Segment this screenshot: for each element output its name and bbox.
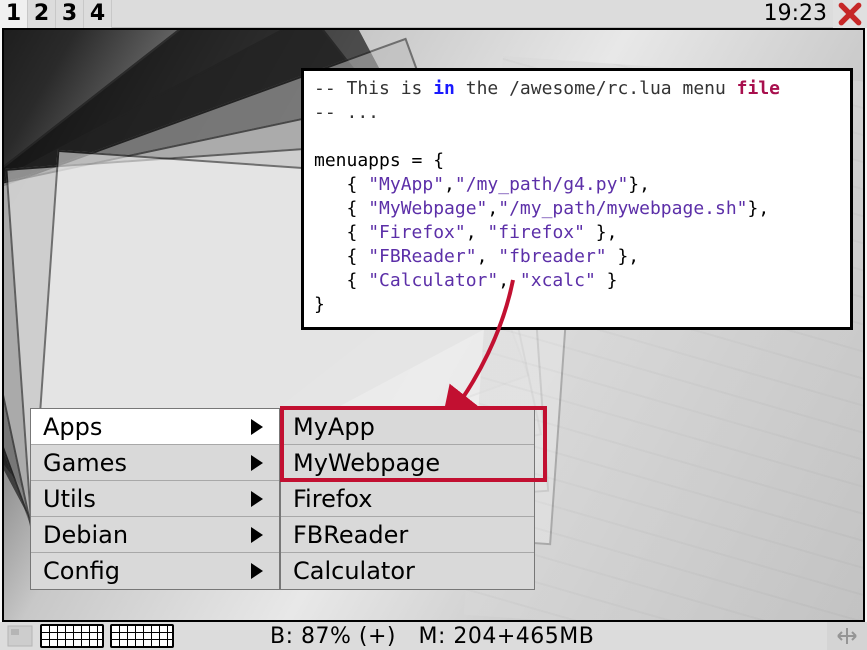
tag-2[interactable]: 2	[28, 0, 56, 28]
statusbar: B: 87% (+) M: 204+465MB	[0, 622, 867, 650]
move-window-icon[interactable]	[827, 622, 867, 650]
menu-item-label: Games	[43, 449, 251, 477]
submenu-item-calculator[interactable]: Calculator	[281, 553, 534, 589]
battery-status: B: 87% (+)	[270, 624, 396, 649]
menu-item-label: Apps	[43, 413, 251, 441]
main-menu: Apps Games Utils Debian Config	[30, 408, 280, 590]
launcher-icon[interactable]	[0, 622, 40, 650]
taskbar: 1 2 3 4 19:23	[0, 0, 867, 28]
submenu-item-label: Firefox	[293, 485, 372, 513]
close-button[interactable]	[833, 0, 867, 28]
tag-1[interactable]: 1	[0, 0, 28, 28]
code-line-2: -- ...	[314, 102, 379, 123]
submenu-item-mywebpage[interactable]: MyWebpage	[281, 445, 534, 481]
code-entry-fbreader: { "FBReader", "fbreader" },	[314, 246, 639, 267]
submenu-item-myapp[interactable]: MyApp	[281, 409, 534, 445]
submenu-item-label: FBReader	[293, 521, 408, 549]
submenu-item-label: Calculator	[293, 557, 415, 585]
clock: 19:23	[758, 1, 833, 26]
submenu-item-label: MyWebpage	[293, 449, 440, 477]
code-line-menuapps: menuapps = {	[314, 150, 444, 171]
code-entry-firefox: { "Firefox", "firefox" },	[314, 222, 617, 243]
keyboard-layout-2-icon[interactable]	[110, 624, 174, 648]
menu-item-apps[interactable]: Apps	[31, 409, 279, 445]
submenu-arrow-icon	[251, 419, 263, 435]
menu-item-utils[interactable]: Utils	[31, 481, 279, 517]
menu-item-config[interactable]: Config	[31, 553, 279, 589]
submenu-arrow-icon	[251, 455, 263, 471]
code-line-1: -- This is in the /awesome/rc.lua menu f…	[314, 78, 780, 99]
keyboard-layout-1-icon[interactable]	[40, 624, 104, 648]
menu-item-label: Utils	[43, 485, 251, 513]
code-entry-calculator: { "Calculator", "xcalc" }	[314, 270, 617, 291]
taglist: 1 2 3 4	[0, 0, 112, 28]
menu-item-label: Debian	[43, 521, 251, 549]
submenu-arrow-icon	[251, 491, 263, 507]
code-entry-myapp: { "MyApp","/my_path/g4.py"},	[314, 174, 650, 195]
close-icon	[837, 1, 863, 27]
submenu-item-fbreader[interactable]: FBReader	[281, 517, 534, 553]
tag-4[interactable]: 4	[84, 0, 112, 28]
tag-3[interactable]: 3	[56, 0, 84, 28]
memory-status: M: 204+465MB	[418, 624, 594, 649]
apps-submenu: MyApp MyWebpage Firefox FBReader Calcula…	[280, 408, 535, 590]
menu-item-debian[interactable]: Debian	[31, 517, 279, 553]
submenu-arrow-icon	[251, 563, 263, 579]
rc-lua-code-box: -- This is in the /awesome/rc.lua menu f…	[301, 68, 853, 330]
submenu-item-firefox[interactable]: Firefox	[281, 481, 534, 517]
status-text: B: 87% (+) M: 204+465MB	[270, 624, 594, 649]
submenu-arrow-icon	[251, 527, 263, 543]
code-entry-mywebpage: { "MyWebpage","/my_path/mywebpage.sh"},	[314, 198, 769, 219]
code-line-end: }	[314, 294, 325, 315]
submenu-item-label: MyApp	[293, 413, 375, 441]
menu-item-label: Config	[43, 557, 251, 585]
menu-item-games[interactable]: Games	[31, 445, 279, 481]
desktop-wallpaper: -- This is in the /awesome/rc.lua menu f…	[2, 28, 865, 622]
